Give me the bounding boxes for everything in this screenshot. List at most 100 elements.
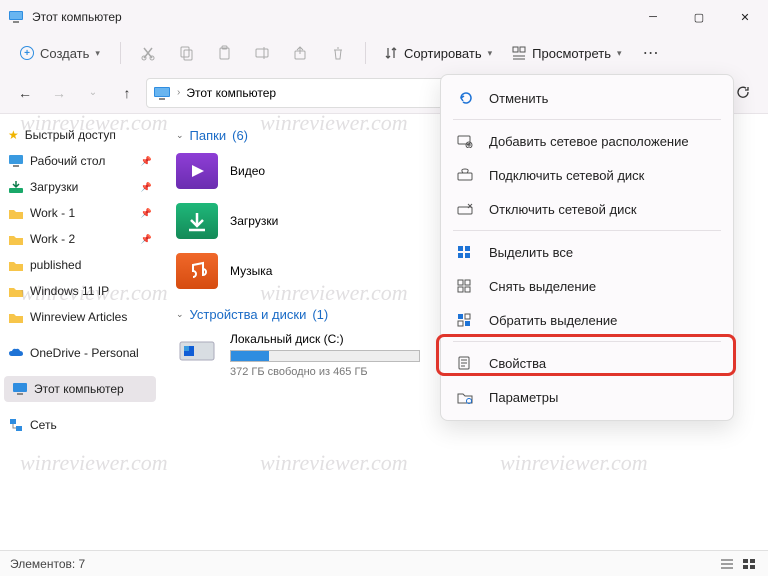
chevron-down-icon: ▾ bbox=[488, 48, 493, 59]
chevron-down-icon: ⌄ bbox=[176, 309, 184, 320]
menu-item-properties[interactable]: Свойства bbox=[447, 346, 727, 380]
cloud-icon bbox=[8, 347, 24, 359]
invert-selection-icon bbox=[457, 313, 475, 327]
menu-item-undo[interactable]: Отменить bbox=[447, 81, 727, 115]
window-title: Этот компьютер bbox=[32, 10, 630, 24]
thispc-icon bbox=[8, 9, 24, 25]
menu-item-invert-selection[interactable]: Обратить выделение bbox=[447, 303, 727, 337]
view-button[interactable]: Просмотреть ▾ bbox=[504, 42, 629, 65]
menu-item-label: Снять выделение bbox=[489, 279, 596, 294]
sidebar-item-folder[interactable]: Winreview Articles bbox=[0, 304, 160, 330]
star-icon: ★ bbox=[8, 128, 19, 142]
sidebar-item-folder[interactable]: Work - 1 📌 bbox=[0, 200, 160, 226]
folder-item-music[interactable]: Музыка bbox=[176, 253, 426, 289]
menu-item-label: Отключить сетевой диск bbox=[489, 202, 637, 217]
sidebar-item-label: Windows 11 IP bbox=[30, 284, 109, 298]
disconnect-drive-icon bbox=[457, 202, 475, 216]
delete-button[interactable] bbox=[321, 38, 355, 68]
thispc-icon bbox=[12, 382, 28, 396]
drive-name: Локальный диск (C:) bbox=[230, 332, 420, 346]
new-label: Создать bbox=[40, 46, 89, 61]
sidebar-item-folder[interactable]: Work - 2 📌 bbox=[0, 226, 160, 252]
status-elements: Элементов: 7 bbox=[10, 557, 85, 571]
close-button[interactable]: ✕ bbox=[722, 0, 768, 34]
drive-free-text: 372 ГБ свободно из 465 ГБ bbox=[230, 366, 420, 378]
map-drive-icon bbox=[457, 168, 475, 182]
sidebar-item-label: Сеть bbox=[30, 418, 57, 432]
undo-icon bbox=[457, 90, 475, 106]
sidebar: ★ Быстрый доступ Рабочий стол 📌 Загрузки… bbox=[0, 114, 160, 550]
sidebar-item-label: Этот компьютер bbox=[34, 382, 124, 396]
network-icon bbox=[8, 418, 24, 432]
menu-item-label: Добавить сетевое расположение bbox=[489, 134, 689, 149]
group-count: (6) bbox=[232, 128, 248, 143]
share-button[interactable] bbox=[283, 38, 317, 68]
sidebar-item-label: OneDrive - Personal bbox=[30, 346, 139, 360]
sidebar-item-thispc[interactable]: Этот компьютер bbox=[4, 376, 156, 402]
sidebar-item-label: Winreview Articles bbox=[30, 310, 127, 324]
recent-button[interactable]: ⌄ bbox=[78, 78, 108, 108]
menu-item-select-all[interactable]: Выделить все bbox=[447, 235, 727, 269]
window-controls: ─ ▢ ✕ bbox=[630, 0, 768, 34]
maximize-button[interactable]: ▢ bbox=[676, 0, 722, 34]
context-menu: Отменить Добавить сетевое расположение П… bbox=[440, 74, 734, 421]
menu-item-label: Выделить все bbox=[489, 245, 573, 260]
menu-item-disconnect-drive[interactable]: Отключить сетевой диск bbox=[447, 192, 727, 226]
sidebar-item-onedrive[interactable]: OneDrive - Personal bbox=[0, 340, 160, 366]
sidebar-item-label: Work - 2 bbox=[30, 232, 75, 246]
menu-item-map-drive[interactable]: Подключить сетевой диск bbox=[447, 158, 727, 192]
menu-separator bbox=[453, 119, 721, 120]
folder-item-downloads[interactable]: Загрузки bbox=[176, 203, 426, 239]
copy-button[interactable] bbox=[169, 38, 203, 68]
group-count: (1) bbox=[312, 307, 328, 322]
plus-icon: + bbox=[20, 46, 34, 60]
properties-icon bbox=[457, 356, 475, 370]
sort-icon bbox=[384, 46, 398, 60]
sidebar-item-label: Рабочий стол bbox=[30, 154, 105, 168]
folder-label: Загрузки bbox=[230, 214, 278, 228]
status-bar: Элементов: 7 bbox=[0, 550, 768, 576]
menu-item-label: Параметры bbox=[489, 390, 558, 405]
menu-item-label: Подключить сетевой диск bbox=[489, 168, 644, 183]
minimize-button[interactable]: ─ bbox=[630, 0, 676, 34]
folder-icon bbox=[8, 207, 24, 220]
menu-item-label: Отменить bbox=[489, 91, 548, 106]
menu-separator bbox=[453, 341, 721, 342]
sidebar-item-desktop[interactable]: Рабочий стол 📌 bbox=[0, 148, 160, 174]
cut-button[interactable] bbox=[131, 38, 165, 68]
add-netloc-icon bbox=[457, 134, 475, 148]
chevron-down-icon: ⌄ bbox=[176, 130, 184, 141]
sidebar-item-folder[interactable]: Windows 11 IP bbox=[0, 278, 160, 304]
pin-icon: 📌 bbox=[141, 234, 152, 245]
sort-button[interactable]: Сортировать ▾ bbox=[376, 42, 500, 65]
separator bbox=[365, 42, 366, 64]
desktop-icon bbox=[8, 154, 24, 168]
new-button[interactable]: + Создать ▾ bbox=[10, 42, 110, 65]
title-bar: Этот компьютер ─ ▢ ✕ bbox=[0, 0, 768, 34]
forward-button[interactable]: → bbox=[44, 78, 74, 108]
paste-button[interactable] bbox=[207, 38, 241, 68]
tiles-view-button[interactable] bbox=[740, 556, 758, 572]
menu-item-options[interactable]: Параметры bbox=[447, 380, 727, 414]
menu-item-add-netloc[interactable]: Добавить сетевое расположение bbox=[447, 124, 727, 158]
up-button[interactable]: ↑ bbox=[112, 78, 142, 108]
sidebar-item-folder[interactable]: published bbox=[0, 252, 160, 278]
group-title: Устройства и диски bbox=[190, 307, 307, 322]
folder-icon bbox=[8, 259, 24, 272]
sidebar-item-label: Быстрый доступ bbox=[25, 128, 116, 142]
menu-item-select-none[interactable]: Снять выделение bbox=[447, 269, 727, 303]
details-view-button[interactable] bbox=[718, 556, 736, 572]
folder-label: Видео bbox=[230, 164, 265, 178]
sidebar-item-network[interactable]: Сеть bbox=[0, 412, 160, 438]
select-all-icon bbox=[457, 245, 475, 259]
view-icon bbox=[512, 46, 526, 60]
folder-item-videos[interactable]: Видео bbox=[176, 153, 426, 189]
back-button[interactable]: ← bbox=[10, 78, 40, 108]
group-title: Папки bbox=[190, 128, 227, 143]
select-none-icon bbox=[457, 279, 475, 293]
rename-button[interactable] bbox=[245, 38, 279, 68]
sidebar-item-downloads[interactable]: Загрузки 📌 bbox=[0, 174, 160, 200]
sidebar-item-quickaccess[interactable]: ★ Быстрый доступ bbox=[0, 122, 160, 148]
breadcrumb-segment[interactable]: Этот компьютер bbox=[186, 86, 276, 100]
more-button[interactable]: ⋯ bbox=[634, 38, 668, 68]
